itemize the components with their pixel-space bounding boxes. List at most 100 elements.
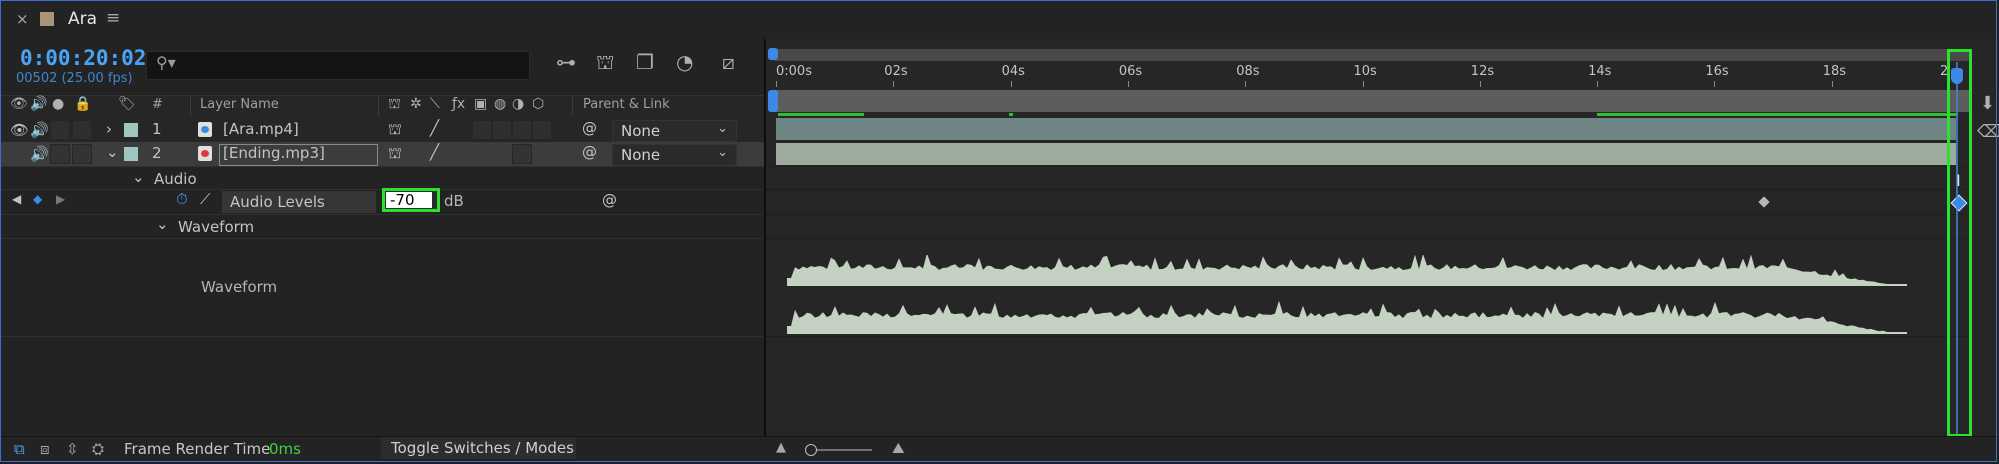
zoom-in-icon[interactable]: ⛰ <box>892 439 905 457</box>
zoom-slider-track[interactable] <box>812 449 872 451</box>
ruler-tick-mark <box>1831 81 1833 87</box>
solo-header-icon: ● <box>52 96 65 112</box>
chevron-down-icon: ⌄ <box>717 121 728 136</box>
audio-levels-label[interactable]: Audio Levels <box>230 193 325 211</box>
parent-dropdown[interactable]: None ⌄ <box>612 144 737 166</box>
composition-tab-bar <box>1 1 1998 39</box>
layer-2-duration-bar[interactable] <box>776 143 1956 165</box>
expression-pick-whip-icon[interactable]: @ <box>602 191 617 209</box>
lock-switch[interactable] <box>72 120 92 140</box>
column-divider <box>190 96 191 116</box>
zoom-slider-knob[interactable] <box>805 444 817 456</box>
graph-icon[interactable]: ⟋ <box>200 190 211 208</box>
frame-blending-icon[interactable]: ❐ <box>636 50 654 74</box>
layer-name[interactable]: [Ara.mp4] <box>223 120 299 138</box>
adjustment-switch[interactable] <box>532 120 552 140</box>
composition-flowchart-icon[interactable]: ⊶ <box>556 50 576 74</box>
toggle-switches-modes-button[interactable]: Toggle Switches / Modes <box>381 437 576 459</box>
collapse-chevron-icon[interactable]: ⌄ <box>106 143 119 161</box>
eye-visibility-icon[interactable]: 👁 <box>10 121 29 139</box>
time-navigator-bar[interactable] <box>774 49 1970 61</box>
layer-label-color[interactable] <box>124 147 138 161</box>
composition-tab-title[interactable]: Ara <box>68 9 97 29</box>
column-divider <box>378 96 379 116</box>
zoom-out-icon[interactable]: ▲ <box>776 440 786 455</box>
timeline-row-divider <box>766 238 1966 239</box>
audio-levels-unit: dB <box>444 192 464 210</box>
frame-blend-switch-header-icon: ▣ <box>474 96 488 112</box>
motion-blur-switch[interactable] <box>512 120 532 140</box>
layer-number: 1 <box>152 120 162 138</box>
collapse-switch-header-icon: ✲ <box>410 96 422 112</box>
waveform-group-label[interactable]: Waveform <box>178 218 254 236</box>
lock-switch[interactable] <box>72 144 92 164</box>
transfer-controls-icon[interactable]: ⧈ <box>40 440 50 458</box>
parent-link-header[interactable]: Parent & Link <box>583 97 670 112</box>
work-area-end-marker-icon[interactable]: ⬇ <box>1980 93 1995 114</box>
column-divider <box>572 96 573 116</box>
ruler-tick-label: 16s <box>1705 64 1729 79</box>
cached-frames-bar <box>778 113 864 116</box>
expand-chevron-icon[interactable]: › <box>106 120 112 138</box>
layer-switches-icon[interactable]: ⧉ <box>14 440 25 458</box>
in-out-icon[interactable]: ⇳ <box>66 440 79 458</box>
row-divider <box>1 238 764 239</box>
ruler-tick-label: 0:00s <box>776 64 812 79</box>
close-tab-icon[interactable]: × <box>16 10 29 28</box>
ruler-tick-mark <box>1010 81 1012 87</box>
audio-speaker-icon[interactable]: 🔊 <box>30 145 49 163</box>
ruler-tick-mark <box>1479 81 1481 87</box>
layer-search-input[interactable] <box>146 51 530 80</box>
current-time-display[interactable]: 0:00:20:02 <box>20 46 146 70</box>
keyframe-diamond-icon[interactable]: ◆ <box>33 192 42 206</box>
audio-levels-value[interactable]: -70 <box>390 191 415 209</box>
next-keyframe-icon[interactable]: ▶ <box>56 192 65 206</box>
render-time-icon[interactable]: ⛭ <box>92 440 104 458</box>
frame-rate-display: 00502 (25.00 fps) <box>16 71 133 86</box>
layer-name[interactable]: [Ending.mp3] <box>223 144 325 162</box>
shy-switch-icon[interactable]: ⛫ <box>388 144 402 164</box>
ruler-tick-label: 12s <box>1470 64 1495 79</box>
quality-switch-icon[interactable]: ╱ <box>430 143 439 161</box>
work-area-start-handle[interactable] <box>768 90 778 112</box>
comment-marker-icon[interactable]: ⌫ <box>1977 122 1999 142</box>
ruler-tick-mark <box>1127 81 1129 87</box>
time-navigator-start-handle[interactable] <box>768 48 778 60</box>
motion-blur-icon[interactable]: ◔ <box>676 50 693 74</box>
stopwatch-icon[interactable]: ⏱ <box>176 190 188 208</box>
pick-whip-icon[interactable]: @ <box>582 119 597 137</box>
audio-group-label[interactable]: Audio <box>154 170 197 188</box>
row-divider <box>1 166 764 167</box>
ruler-tick-label: 10s <box>1353 64 1377 79</box>
parent-dropdown-value: None <box>621 146 661 164</box>
layer-1-duration-bar[interactable] <box>776 118 1956 140</box>
audio-group-chevron-icon[interactable]: ⌄ <box>132 168 145 186</box>
video-visibility-header-icon: 👁 <box>10 96 28 112</box>
panel-menu-icon[interactable]: ≡ <box>106 8 120 28</box>
layer-label-color[interactable] <box>124 123 138 137</box>
layer-number-header: # <box>152 97 163 112</box>
draft-3d-icon[interactable]: ⛫ <box>596 50 614 77</box>
pick-whip-icon[interactable]: @ <box>582 143 597 161</box>
layer-name-header[interactable]: Layer Name <box>200 97 279 112</box>
motion-blur-switch[interactable] <box>512 144 532 164</box>
graph-editor-icon[interactable]: ⧄ <box>722 50 735 74</box>
waveform-label: Waveform <box>201 278 278 296</box>
quality-switch-icon[interactable]: ╱ <box>430 119 439 137</box>
row-divider <box>1 336 764 337</box>
effects-switch[interactable] <box>472 120 492 140</box>
previous-keyframe-icon[interactable]: ◀ <box>12 192 21 206</box>
cached-frames-bar <box>1009 113 1013 116</box>
solo-switch[interactable] <box>50 120 70 140</box>
shy-switch-icon[interactable]: ⛫ <box>388 120 402 140</box>
audio-file-icon <box>198 146 212 161</box>
solo-switch[interactable] <box>50 144 70 164</box>
frame-blend-switch[interactable] <box>492 120 512 140</box>
parent-dropdown[interactable]: None ⌄ <box>612 120 737 142</box>
waveform-group-chevron-icon[interactable]: ⌄ <box>156 215 169 233</box>
audio-speaker-icon[interactable]: 🔊 <box>30 121 49 139</box>
video-file-icon <box>198 122 212 137</box>
ruler-tick-mark <box>1362 81 1364 87</box>
frame-render-time-label: Frame Render Time <box>124 440 271 458</box>
work-area-bar[interactable] <box>774 90 1970 112</box>
